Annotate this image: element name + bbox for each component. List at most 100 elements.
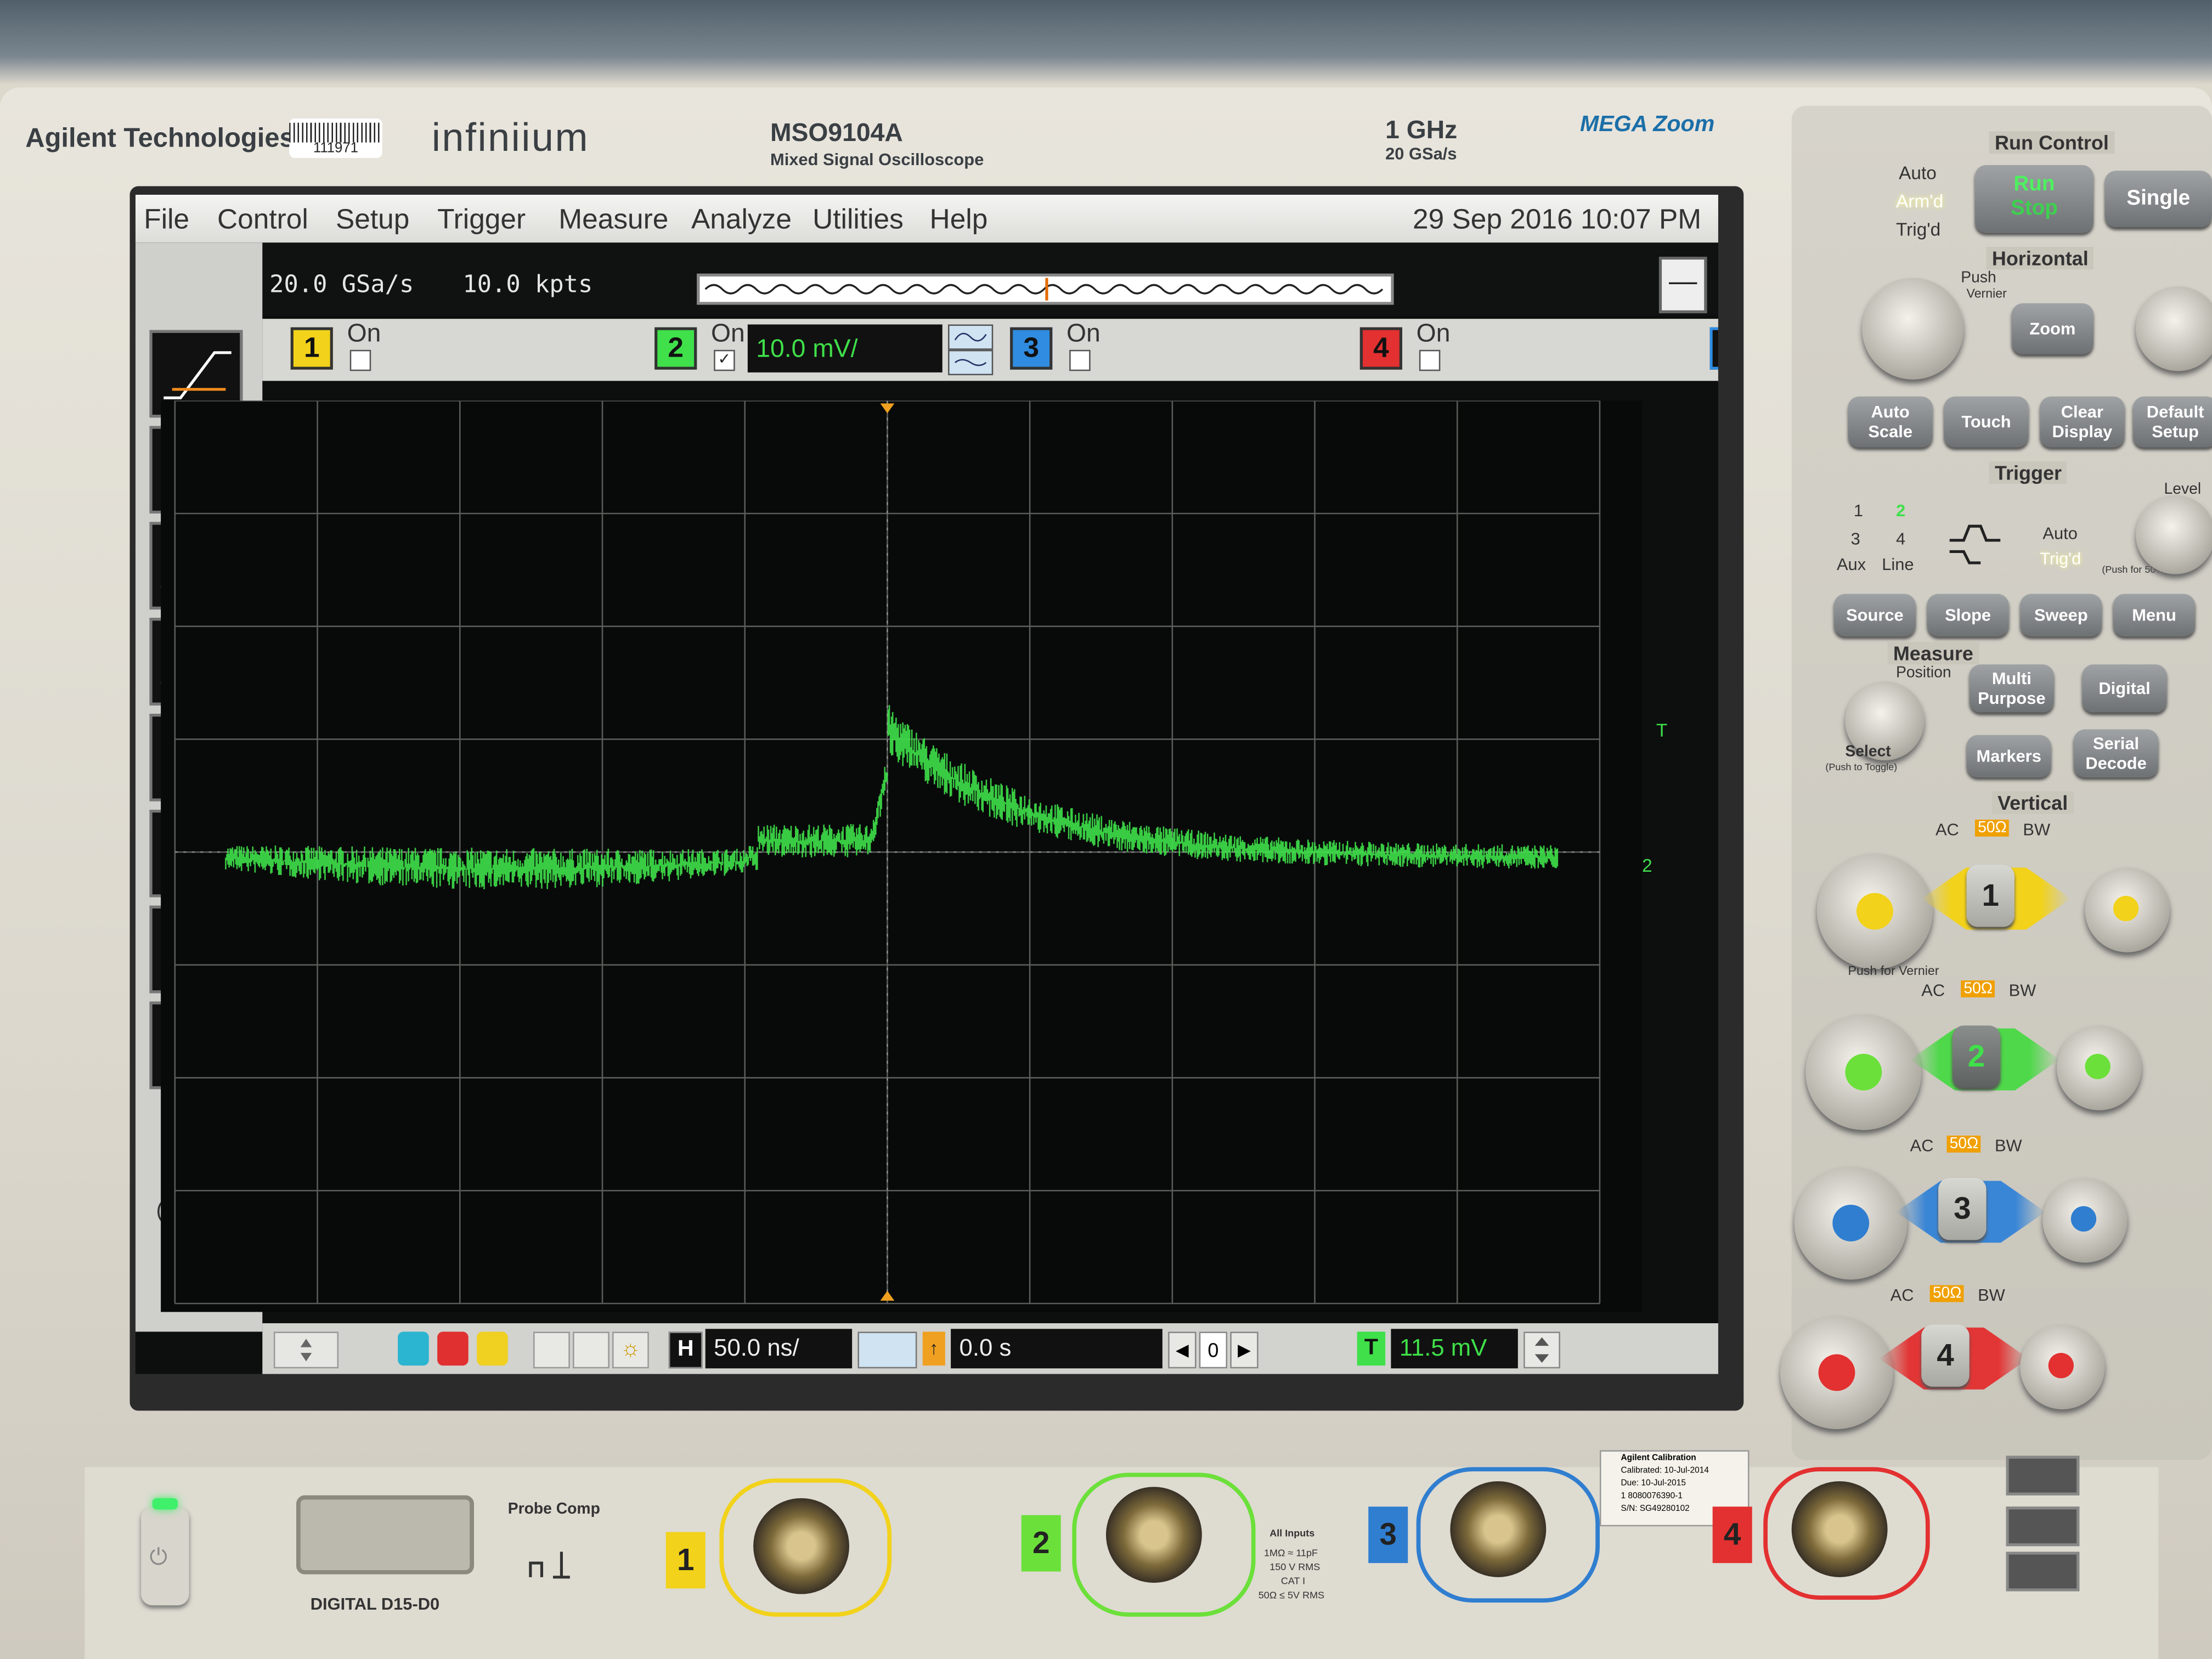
trigger-level-updown[interactable] (1523, 1331, 1560, 1369)
channel-1-button[interactable]: 1 (290, 327, 333, 370)
timebase-adjust-button[interactable] (857, 1331, 917, 1369)
ch3-button[interactable]: 3 (1938, 1178, 1987, 1240)
input-2-bnc[interactable] (1105, 1487, 1202, 1583)
ch2-50ohm-indicator: 50Ω (1961, 980, 1996, 997)
trigger-edge-icon (1949, 524, 2001, 565)
menu-trigger[interactable]: Trigger (437, 205, 526, 237)
trigger-source-3: 3 (1850, 529, 1860, 549)
multi-purpose-button[interactable]: Multi Purpose (1969, 664, 2054, 713)
usb-port-middle[interactable] (2006, 1506, 2080, 1547)
input-3-bnc[interactable] (1450, 1481, 1547, 1577)
channel-2-ground-marker[interactable]: 2 (1642, 855, 1652, 876)
ch2-offset-knob[interactable] (2057, 1025, 2142, 1110)
menu-measure[interactable]: Measure (558, 205, 668, 237)
color-grade-red-icon[interactable] (437, 1331, 469, 1366)
ch4-scale-knob[interactable] (1780, 1316, 1893, 1429)
run-label: Run (2013, 172, 2055, 196)
channel-4-checkbox[interactable] (1419, 349, 1441, 371)
ch1-scale-knob[interactable] (1816, 853, 1933, 969)
wave-up-icon (954, 332, 987, 342)
default-setup-button[interactable]: Default Setup (2132, 396, 2212, 448)
menu-analyze[interactable]: Analyze (691, 205, 792, 237)
memory-overview-bar[interactable] (697, 273, 1394, 305)
auto-scale-button[interactable]: Auto Scale (1848, 396, 1933, 448)
trigger-level-field[interactable]: 11.5 mV (1391, 1329, 1518, 1369)
bandwidth-label: 1 GHz (1385, 115, 1458, 144)
display-mode-icon[interactable] (533, 1331, 570, 1369)
ch4-50ohm-indicator: 50Ω (1929, 1285, 1965, 1302)
menu-utilities[interactable]: Utilities (812, 205, 904, 237)
ch2-button[interactable]: 2 (1952, 1025, 2001, 1088)
model-label: MSO9104A (770, 118, 903, 147)
delay-reference-field[interactable]: 0 (1199, 1331, 1228, 1369)
trigger-level-marker[interactable]: T (1656, 719, 1667, 741)
channel-2-scale-field[interactable]: 10.0 mV/ (747, 324, 943, 373)
markers-button[interactable]: Markers (1966, 735, 2051, 777)
ch4-offset-knob[interactable] (2020, 1324, 2105, 1409)
zoom-button[interactable]: Zoom (2011, 303, 2094, 354)
ch3-scale-knob[interactable] (1794, 1166, 1908, 1280)
input-1-label: 1 (665, 1532, 706, 1589)
horizontal-scale-knob[interactable] (1862, 278, 1964, 380)
timebase-field[interactable]: 50.0 ns/ (705, 1329, 853, 1369)
trigger-level-knob[interactable] (2136, 495, 2212, 574)
ch1-button[interactable]: 1 (1966, 865, 2015, 927)
color-grade-yellow-icon[interactable] (477, 1331, 508, 1366)
horizontal-vernier-label: Vernier (1966, 286, 2007, 301)
scroll-pan-control[interactable] (273, 1331, 339, 1369)
trigger-source-4: 4 (1895, 529, 1906, 549)
channel-3-button[interactable]: 3 (1010, 327, 1053, 370)
asset-sticker: 111971 (289, 118, 382, 158)
channel-2-button[interactable]: 2 (654, 327, 697, 370)
trigger-source-button[interactable]: Source (1833, 594, 1916, 636)
input-4-bnc[interactable] (1791, 1481, 1888, 1577)
single-button[interactable]: Single (2104, 171, 2212, 227)
channel-1-checkbox[interactable] (349, 349, 371, 371)
serial-decode-button[interactable]: Serial Decode (2073, 729, 2159, 777)
power-button[interactable]: ⏻ (141, 1498, 189, 1606)
memory-depth-readout: 10.0 kpts (462, 270, 593, 300)
run-control-title: Run Control (1989, 131, 2115, 154)
ch1-offset-knob[interactable] (2085, 867, 2170, 952)
channel-2-scale-down-button[interactable] (947, 349, 994, 375)
ch3-offset-knob[interactable] (2042, 1178, 2128, 1263)
menu-control[interactable]: Control (217, 205, 308, 237)
ch2-scale-knob[interactable] (1805, 1014, 1922, 1130)
digital-channel-button[interactable]: D (1709, 327, 1718, 370)
trigger-slope-button[interactable]: Slope (1927, 594, 2009, 636)
trigger-sweep-button[interactable]: Sweep (2020, 594, 2102, 636)
delay-field[interactable]: 0.0 s (951, 1329, 1163, 1369)
color-grade-cyan-icon[interactable] (398, 1331, 429, 1366)
menu-file[interactable]: File (144, 205, 189, 237)
channel-2-checkbox[interactable]: ✓ (714, 349, 735, 371)
delay-left-button[interactable]: ◀ (1168, 1331, 1197, 1369)
digital-button[interactable]: Digital (2082, 664, 2167, 713)
acquisition-info-bar: 20.0 GSa/s 10.0 kpts — (135, 242, 1718, 333)
channel-2-scale-up-button[interactable] (947, 324, 994, 350)
trigger-menu-button[interactable]: Menu (2113, 594, 2196, 636)
waveform-graticule[interactable]: T 2 (161, 399, 1667, 1312)
minimize-button[interactable]: — (1658, 256, 1707, 313)
channel-4-button[interactable]: 4 (1359, 327, 1402, 370)
horizontal-position-knob[interactable] (2136, 286, 2212, 371)
digital-input-connector[interactable] (296, 1495, 474, 1575)
probe-comp-label: Probe Comp (507, 1500, 600, 1518)
delay-right-button[interactable]: ▶ (1230, 1331, 1259, 1369)
channel-2-waveform (225, 705, 1559, 890)
run-stop-button[interactable]: Run Stop (1974, 165, 2094, 233)
brightness-icon[interactable]: ☼ (612, 1331, 649, 1369)
touch-button[interactable]: Touch (1944, 396, 2029, 448)
channel-3-checkbox[interactable] (1069, 349, 1091, 371)
cal-date: Calibrated: 10-Jul-2014 (1621, 1467, 1709, 1476)
all-inputs-label: All Inputs (1269, 1529, 1315, 1539)
usb-port-top[interactable] (2006, 1455, 2080, 1496)
channel-1-on-label: On (347, 319, 381, 347)
menu-help[interactable]: Help (930, 205, 988, 237)
menu-setup[interactable]: Setup (336, 205, 409, 237)
printer-icon[interactable] (572, 1331, 610, 1369)
input-1-bnc[interactable] (753, 1498, 849, 1594)
clear-display-button[interactable]: Clear Display (2040, 396, 2125, 448)
ch4-button[interactable]: 4 (1921, 1324, 1970, 1387)
input-spec-3: CAT I (1280, 1577, 1306, 1587)
usb-port-bottom[interactable] (2006, 1551, 2080, 1592)
